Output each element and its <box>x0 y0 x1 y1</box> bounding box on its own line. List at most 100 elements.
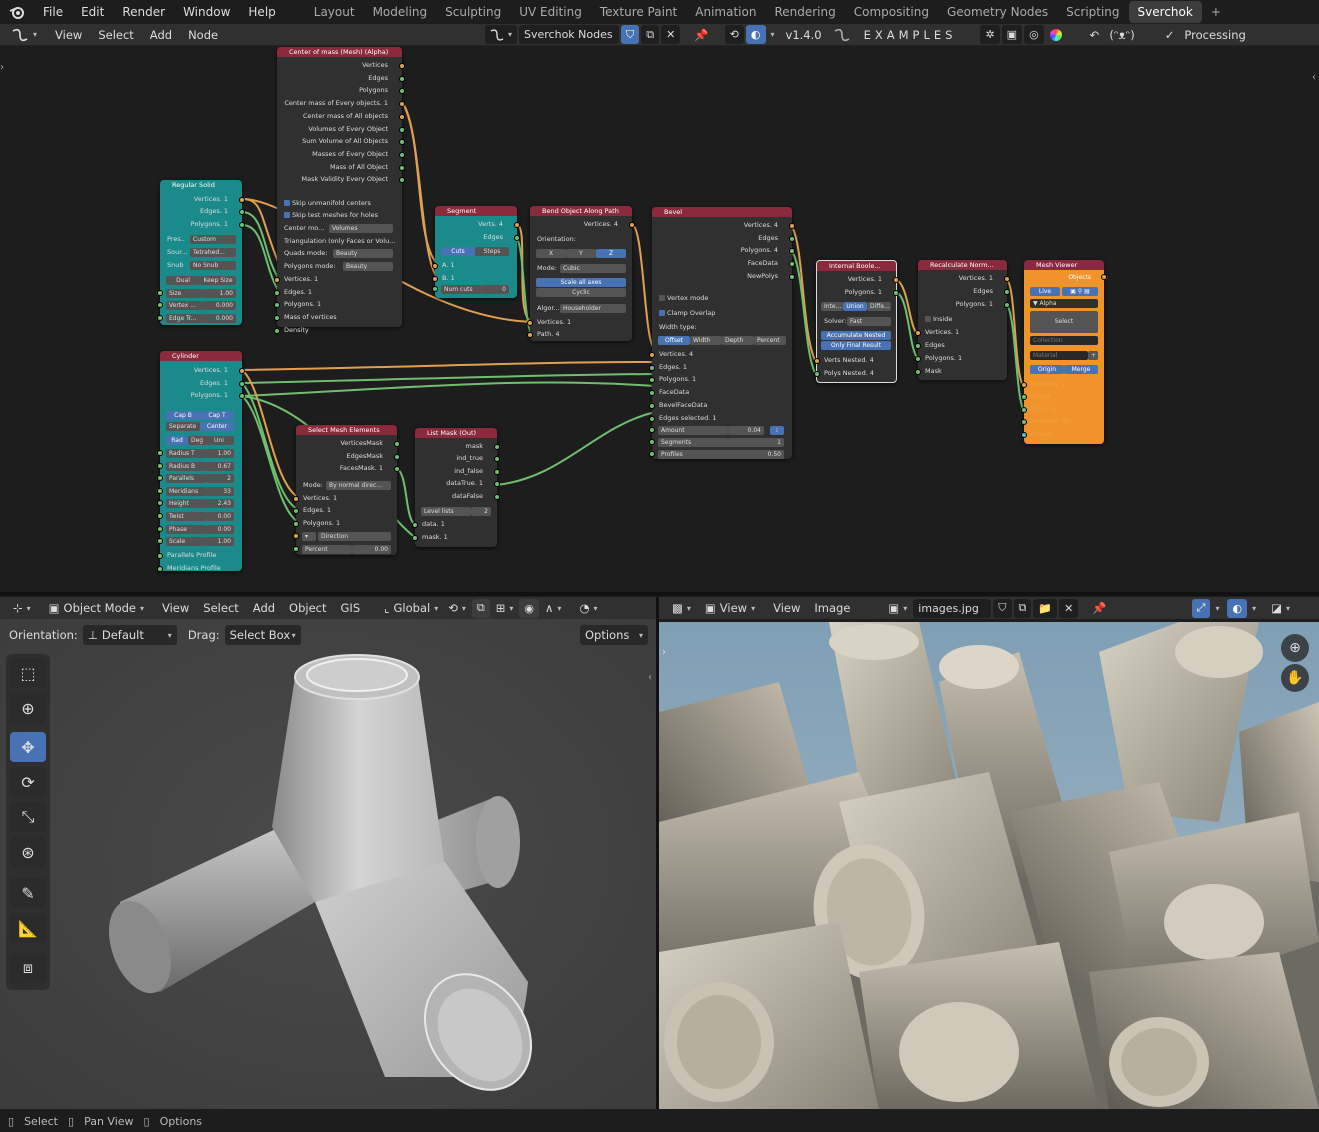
menu-select[interactable]: Select <box>93 25 138 45</box>
checkbox-icon[interactable] <box>659 295 665 301</box>
socket-out[interactable] <box>399 75 405 82</box>
color-sphere-icon[interactable] <box>1045 25 1067 45</box>
select-button[interactable]: Select <box>1030 311 1098 333</box>
mode-dropdown[interactable]: Cubic <box>560 264 626 273</box>
socket-in[interactable] <box>527 332 533 338</box>
node-segment[interactable]: Segment Verts. 4 Edges Cuts Steps A. 1 B… <box>432 206 520 298</box>
center-toggle[interactable]: Center <box>200 422 234 431</box>
edge-field[interactable]: 0.000 <box>202 314 236 323</box>
node-header[interactable]: Internal Boole... <box>817 261 896 271</box>
socket-in[interactable] <box>157 450 163 456</box>
loop-icon[interactable]: ⟲ <box>724 25 744 44</box>
socket-in[interactable] <box>274 327 280 334</box>
rad-toggle[interactable]: Rad <box>166 436 188 445</box>
sidebar-toggle-icon[interactable]: › <box>0 62 4 73</box>
source-dropdown[interactable]: Tetrahed... <box>190 248 236 257</box>
tab-sculpting[interactable]: Sculpting <box>436 1 510 23</box>
gizmo-icon[interactable]: ⤢ <box>1191 598 1211 618</box>
tab-layout[interactable]: Layout <box>305 1 364 23</box>
socket-out[interactable] <box>789 223 795 229</box>
axis-y[interactable]: Y <box>566 249 596 258</box>
sparkle-icon[interactable]: ✲ <box>980 25 1000 44</box>
checkbox-chk1[interactable]: Skip unmanifold centers <box>277 198 402 209</box>
pan-hand-icon[interactable]: ✋ <box>1281 664 1309 692</box>
mode-dropdown[interactable]: By normal direc... <box>326 481 391 490</box>
menu-view[interactable]: View <box>157 598 194 618</box>
socket-in[interactable] <box>649 427 655 433</box>
socket-in[interactable] <box>157 565 163 572</box>
display-channels-icon[interactable]: ◪ ▾ <box>1266 598 1295 618</box>
width-toggle[interactable]: Width <box>690 336 722 345</box>
socket-in[interactable] <box>293 546 299 552</box>
node-header[interactable]: Bevel <box>652 207 792 217</box>
node-header[interactable]: Select Mesh Elements <box>296 425 397 435</box>
cuts-toggle[interactable]: Cuts <box>441 247 475 256</box>
socket-out[interactable] <box>394 466 400 472</box>
cyclic-toggle[interactable]: Cyclic <box>536 288 626 297</box>
checkbox-icon[interactable] <box>284 212 290 218</box>
deg-toggle[interactable]: Deg <box>188 436 211 445</box>
rotate-tool[interactable]: ⟳ <box>10 767 46 797</box>
socket-out[interactable] <box>1004 289 1010 295</box>
param-field[interactable]: 2.43 <box>206 499 234 509</box>
socket-out[interactable] <box>514 235 520 241</box>
fake-user-shield-icon[interactable]: ⛉ <box>993 598 1012 618</box>
socket-out[interactable] <box>239 380 245 387</box>
undo-arrow-icon[interactable]: ↶ <box>1085 25 1105 45</box>
menu-render[interactable]: Render <box>113 5 174 19</box>
node-mesh-viewer[interactable]: Mesh Viewer Objects Live ▣ ⚲ ▤ ▼ Alpha S… <box>1021 260 1107 444</box>
menu-image[interactable]: Image <box>809 598 855 618</box>
record-icon[interactable]: ◎ <box>1024 25 1044 44</box>
transform-tool[interactable]: ⊛ <box>10 837 46 867</box>
terminal-icon[interactable]: ▣ <box>1001 25 1023 44</box>
socket-out[interactable] <box>494 444 500 450</box>
socket-in[interactable] <box>915 356 921 362</box>
pivot-icon[interactable]: ⟲ ▾ <box>443 598 471 618</box>
node-bend-along-path[interactable]: Bend Object Along Path Vertices. 4 Orien… <box>527 206 635 341</box>
menu-window[interactable]: Window <box>174 5 239 19</box>
orientation-dropdown[interactable]: ⊥ Default ▾ <box>82 625 177 645</box>
socket-in[interactable] <box>649 415 655 422</box>
alpha-field[interactable]: ▼ Alpha <box>1030 299 1098 308</box>
image-name-field[interactable]: images.jpg <box>913 598 992 618</box>
merge-toggle[interactable]: Merge <box>1064 365 1098 374</box>
zoom-icon[interactable]: ⊕ <box>1281 634 1309 662</box>
node-internal-boolean[interactable]: Internal Boole... Vertices. 1 Polygons. … <box>814 260 899 383</box>
node-list-mask[interactable]: List Mask (Out) mask ind_true ind_false … <box>412 428 500 547</box>
uni-toggle[interactable]: Uni <box>211 436 234 445</box>
node-recalculate-normals[interactable]: Recalculate Norm... Vertices. 1 Edges Po… <box>915 260 1010 380</box>
tab-texture-paint[interactable]: Texture Paint <box>591 1 686 23</box>
select-box-tool[interactable]: ⬚ <box>10 658 46 688</box>
viewport-3d[interactable] <box>0 597 656 1109</box>
overlay-icon[interactable]: ◐ <box>745 25 766 44</box>
cap-top-toggle[interactable]: Cap T <box>200 411 234 420</box>
socket-out[interactable] <box>629 222 635 228</box>
menu-object[interactable]: Object <box>284 598 331 618</box>
offset-toggle[interactable]: Offset <box>658 336 690 345</box>
polygons-mode-dropdown[interactable]: Beauty <box>343 262 393 271</box>
processing-check-icon[interactable]: ✓ <box>1160 25 1180 45</box>
socket-in[interactable] <box>527 320 533 326</box>
vertex-field[interactable]: 0.000 <box>202 301 236 310</box>
socket-out[interactable] <box>893 290 899 296</box>
quads-mode-dropdown[interactable]: Beauty <box>333 249 393 258</box>
node-regular-solid[interactable]: Regular Solid Vertices. 1 Edges. 1 Polyg… <box>157 180 245 325</box>
socket-in[interactable] <box>1021 419 1027 425</box>
view-toggles[interactable]: ▣ ⚲ ▤ <box>1062 287 1098 296</box>
material-field[interactable]: Material <box>1030 351 1088 360</box>
menu-gis[interactable]: GIS <box>336 598 366 618</box>
socket-in[interactable] <box>432 263 438 269</box>
level-field[interactable]: 2 <box>471 507 491 516</box>
socket-out[interactable] <box>1004 302 1010 308</box>
socket-in[interactable] <box>1021 394 1027 400</box>
tab-uv-editing[interactable]: UV Editing <box>510 1 591 23</box>
tab-modeling[interactable]: Modeling <box>364 1 437 23</box>
socket-in[interactable] <box>649 402 655 409</box>
depth-toggle[interactable]: Depth <box>722 336 754 345</box>
duplicate-tree-icon[interactable]: ⧉ <box>641 25 660 44</box>
socket-in[interactable] <box>1021 432 1027 438</box>
socket-out[interactable] <box>394 454 400 460</box>
measure-tool[interactable]: 📐 <box>10 913 46 943</box>
add-workspace-button[interactable]: + <box>1202 1 1230 23</box>
collection-field[interactable]: Collection <box>1030 336 1098 345</box>
